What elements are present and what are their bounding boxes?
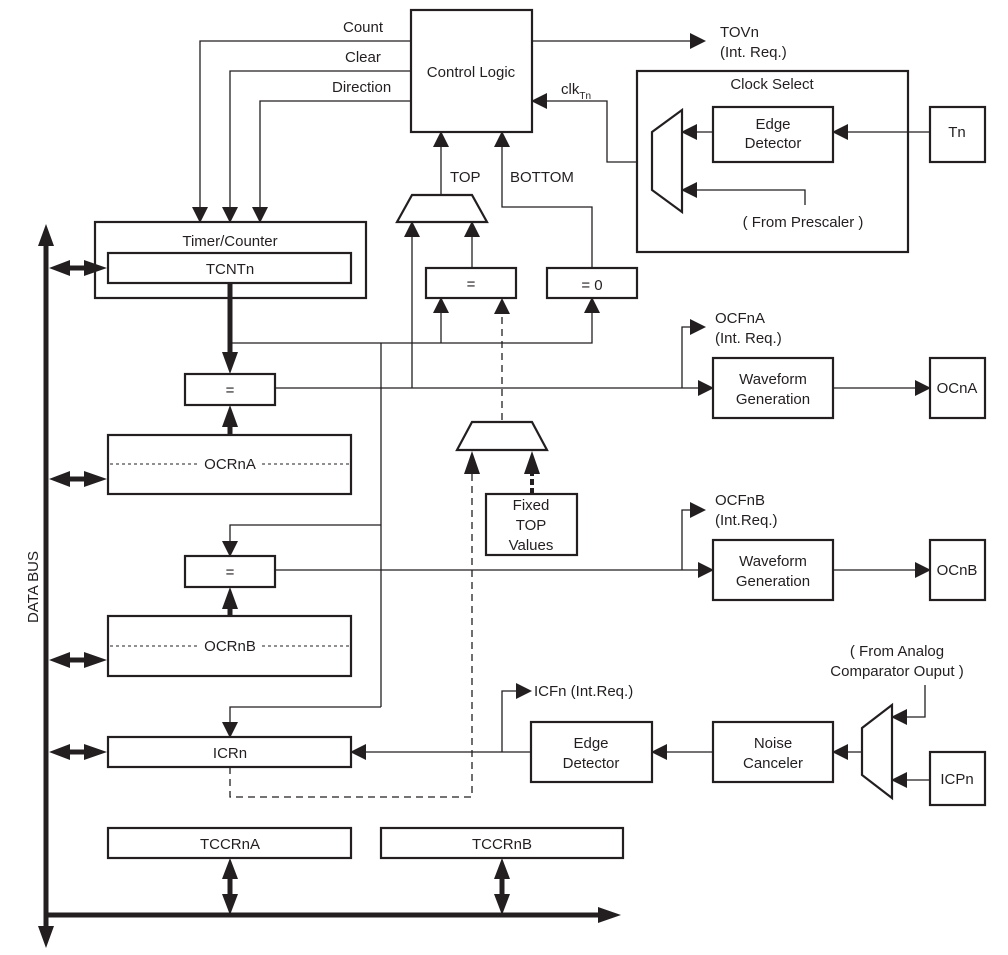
- ocfb-arrow: [681, 502, 706, 570]
- ic-mux: [860, 702, 894, 801]
- icr-label: ICRn: [213, 745, 247, 762]
- tcnt-to-compare-b: [222, 524, 381, 557]
- waveform-b-label-1: Waveform: [739, 553, 807, 570]
- ocna-label: OCnA: [937, 380, 978, 397]
- waveform-b-box: [711, 538, 835, 602]
- compare-b-label: =: [226, 564, 235, 581]
- data-bus-label: DATA BUS: [25, 551, 42, 623]
- bottom-label: BOTTOM: [510, 169, 574, 186]
- icf-label: ICFn (Int.Req.): [534, 683, 633, 700]
- icr-arrowhead: [464, 451, 480, 474]
- timer-counter-title: Timer/Counter: [182, 233, 277, 250]
- analog-label-2: Comparator Ouput ): [830, 663, 963, 680]
- tccrb-label: TCCRnB: [472, 836, 532, 853]
- ic-edge-label-1: Edge: [573, 735, 608, 752]
- fixed-top-mux: [455, 420, 549, 452]
- top-label: TOP: [450, 169, 481, 186]
- dashed-arrowhead: [494, 298, 510, 314]
- bottom-compare-label: = 0: [581, 277, 602, 294]
- edge-detector-label-1: Edge: [755, 116, 790, 133]
- analog-arrow: [891, 685, 926, 725]
- fixed-top-label-2: TOP: [516, 517, 547, 534]
- tov-label: TOVn: [720, 24, 759, 41]
- ocfa-label: OCFnA: [715, 310, 765, 327]
- icp-label: ICPn: [940, 771, 973, 788]
- count-label: Count: [343, 19, 384, 36]
- tov-req-label: (Int. Req.): [720, 44, 787, 61]
- timer-counter-block-diagram: Control Logic Count Clear Direction TOVn…: [25, 8, 987, 948]
- noise-label-1: Noise: [754, 735, 792, 752]
- ic-edge-detector-box: [529, 720, 654, 784]
- clock-select-title: Clock Select: [730, 76, 814, 93]
- ocfa-req-label: (Int. Req.): [715, 330, 782, 347]
- compare-a-label: =: [226, 382, 235, 399]
- ocra-arrowhead: [222, 405, 238, 427]
- clk-signal: [531, 93, 652, 163]
- waveform-b-label-2: Generation: [736, 573, 810, 590]
- clear-label: Clear: [345, 49, 381, 66]
- clk-label: clkTn: [561, 81, 591, 102]
- ocfb-req-label: (Int.Req.): [715, 512, 778, 529]
- tccra-label: TCCRnA: [200, 836, 260, 853]
- analog-label-1: ( From Analog: [850, 643, 944, 660]
- tcnt-arrowhead: [222, 352, 238, 374]
- fixed-top-arrowhead: [524, 451, 540, 474]
- ocfa-arrow: [681, 319, 706, 388]
- ocfb-label: OCFnB: [715, 492, 765, 509]
- waveform-a-label-1: Waveform: [739, 371, 807, 388]
- edge-detector-label-2: Detector: [745, 135, 802, 152]
- control-logic-label: Control Logic: [427, 64, 516, 81]
- tcnt-to-zero-line: [230, 297, 600, 344]
- direction-label: Direction: [332, 79, 391, 96]
- icf-arrow: [501, 683, 532, 752]
- direction-signal: [252, 100, 411, 223]
- ocrb-arrowhead: [222, 587, 238, 609]
- noise-label-2: Canceler: [743, 755, 803, 772]
- tccr-bus-links: [222, 858, 510, 915]
- fixed-top-label-1: Fixed: [513, 497, 550, 514]
- ic-edge-label-2: Detector: [563, 755, 620, 772]
- ocnb-label: OCnB: [937, 562, 978, 579]
- top-mux: [395, 193, 489, 224]
- noise-canceler-box: [711, 720, 835, 784]
- top-compare-label: =: [467, 276, 476, 293]
- tcnt-to-icr: [222, 706, 381, 738]
- tcnt-label: TCNTn: [206, 261, 254, 278]
- tn-label: Tn: [948, 124, 966, 141]
- count-signal: [192, 40, 411, 223]
- waveform-a-label-2: Generation: [736, 391, 810, 408]
- prescaler-label: ( From Prescaler ): [743, 214, 864, 231]
- waveform-a-box: [711, 356, 835, 420]
- fixed-top-label-3: Values: [509, 537, 554, 554]
- ocrb-label: OCRnB: [204, 638, 256, 655]
- ocra-label: OCRnA: [204, 456, 256, 473]
- bottom-arrow: [494, 131, 593, 268]
